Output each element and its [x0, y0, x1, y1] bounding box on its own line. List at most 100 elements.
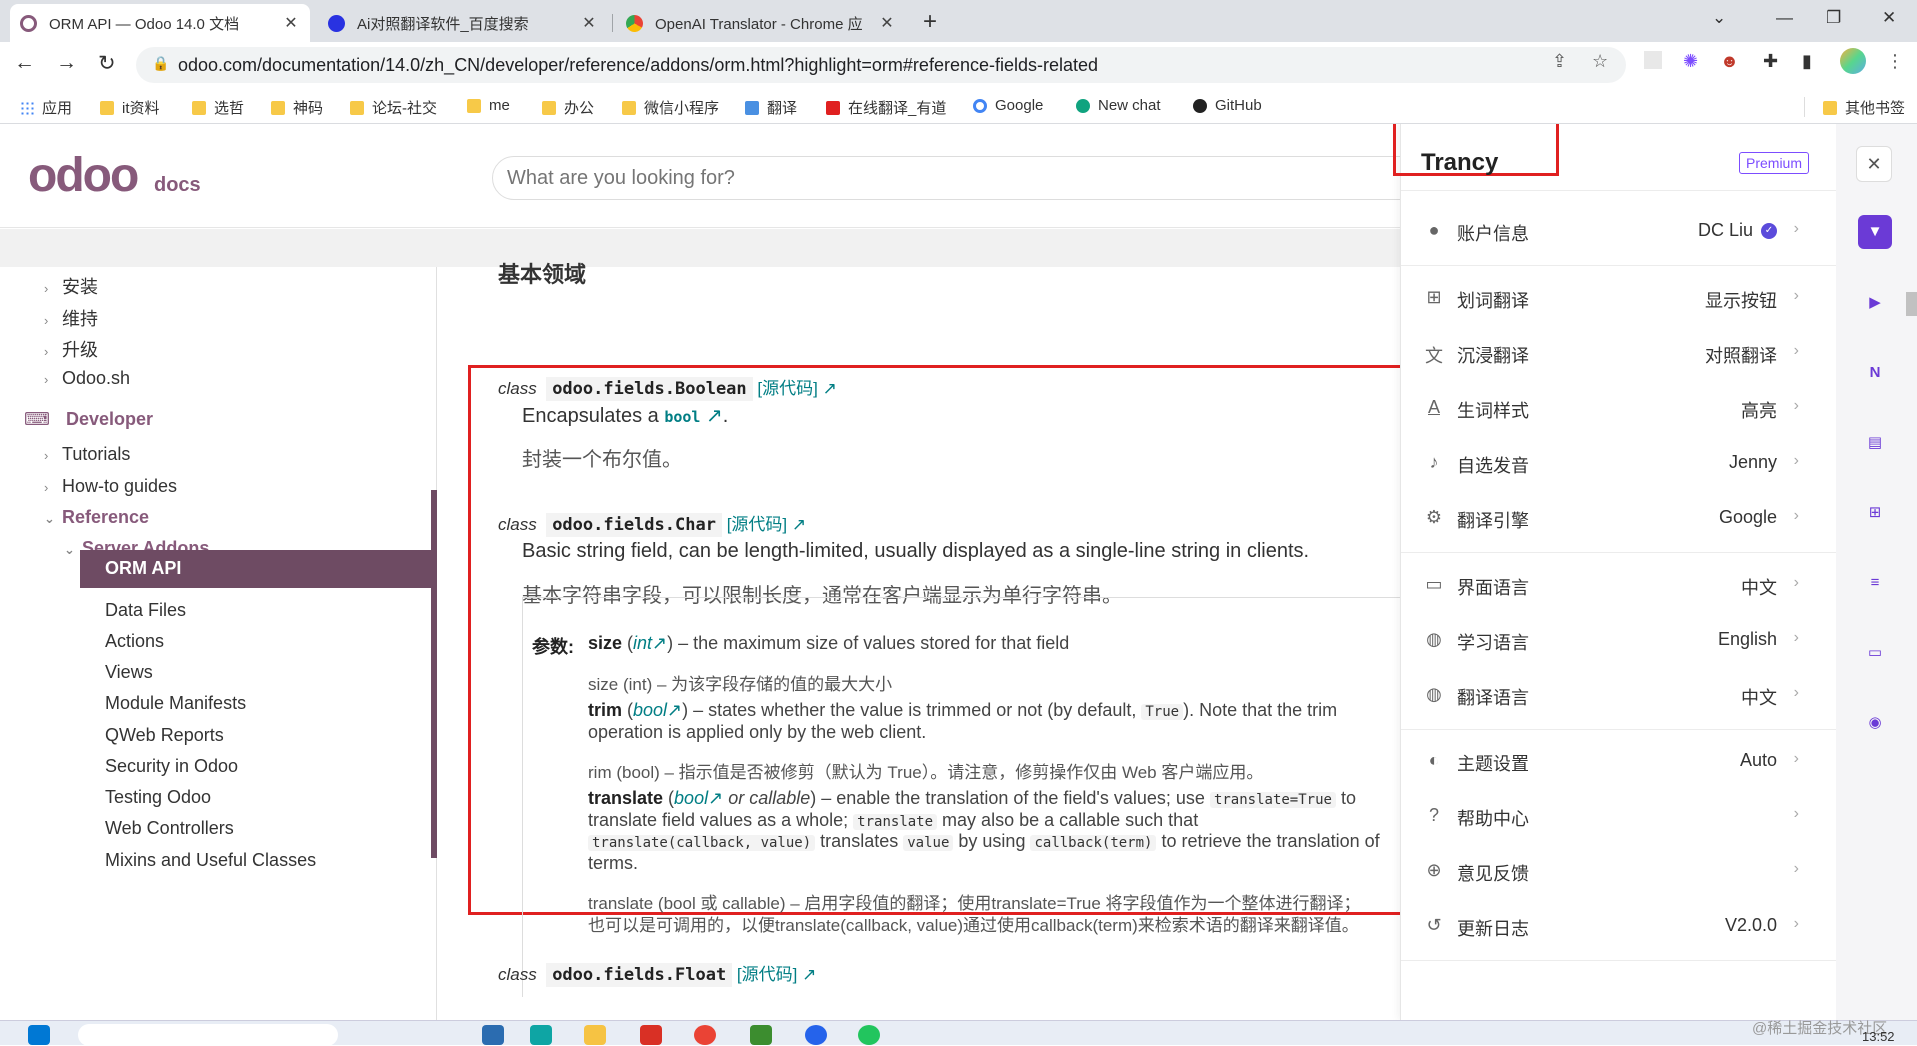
bookmark-other[interactable]: 其他书签	[1823, 97, 1905, 118]
extensions-puzzle-icon[interactable]: ✚	[1763, 51, 1778, 72]
tab-openai-translator[interactable]: OpenAI Translator - Chrome 应 ✕	[616, 4, 906, 42]
minimize-icon[interactable]: —	[1776, 8, 1793, 28]
sidebar-item-tutorials[interactable]: › Tutorials	[44, 444, 130, 465]
sidebar-item-testing[interactable]: Testing Odoo	[105, 787, 211, 808]
trancy-row-interface-language[interactable]: ▭ 界面语言 中文 ›	[1401, 558, 1837, 613]
bookmark-folder[interactable]: 论坛-社交	[350, 97, 437, 118]
play-circle-icon[interactable]: ◉	[1858, 706, 1892, 740]
avatar-extension-icon[interactable]: ☻	[1720, 51, 1739, 72]
bookmark-folder[interactable]: 微信小程序	[622, 97, 719, 118]
trancy-row-theme[interactable]: ◐ 主题设置 Auto ›	[1401, 734, 1837, 789]
trancy-row-voice[interactable]: ♪ 自选发音 Jenny ›	[1401, 436, 1837, 491]
openai-extension-icon[interactable]: ✺	[1683, 51, 1698, 72]
tab-orm-api[interactable]: ORM API — Odoo 14.0 文档 ✕	[10, 4, 310, 42]
sidebar-item-upgrade[interactable]: › 升级	[44, 336, 98, 362]
sidebar-item-how-to[interactable]: › How-to guides	[44, 476, 177, 497]
sidebar-item-data-files[interactable]: Data Files	[105, 600, 186, 621]
trancy-row-changelog[interactable]: ↺ 更新日志 V2.0.0 ›	[1401, 899, 1837, 954]
sidebar-item-web-controllers[interactable]: Web Controllers	[105, 818, 234, 839]
tab-baidu-search[interactable]: Ai对照翻译软件_百度搜索 ✕	[318, 4, 608, 42]
sidebar-item-odoo-sh[interactable]: › Odoo.sh	[44, 368, 130, 389]
taskbar-app-icon[interactable]	[805, 1025, 827, 1045]
trancy-row-selection-translate[interactable]: ⊞ 划词翻译 显示按钮 ›	[1401, 271, 1837, 326]
restore-icon[interactable]: ❐	[1826, 8, 1841, 28]
sidebar-item-orm-api[interactable]: ORM API	[80, 550, 434, 588]
extension-blank-icon[interactable]	[1644, 51, 1662, 69]
bookmark-google[interactable]: Google	[973, 97, 1043, 114]
taskbar-search[interactable]	[78, 1024, 338, 1046]
odoo-logo[interactable]: odoo	[28, 148, 139, 203]
docs-search-input[interactable]	[492, 156, 1492, 200]
taskbar-app-icon[interactable]	[482, 1025, 504, 1045]
bookmark-apps[interactable]: 应用	[20, 97, 72, 118]
list-icon[interactable]: ≡	[1858, 566, 1892, 600]
chat-icon[interactable]: ▤	[1858, 426, 1892, 460]
close-panel-icon[interactable]: ✕	[1856, 146, 1892, 182]
chrome-icon[interactable]	[694, 1025, 716, 1045]
char-source-link[interactable]: [源代码]	[727, 515, 787, 534]
sidebar-item-module-manifests[interactable]: Module Manifests	[105, 693, 246, 714]
taskbar-app-icon[interactable]	[530, 1025, 552, 1045]
bookmark-folder[interactable]: 神码	[271, 97, 323, 118]
sidebar-item-reference[interactable]: ⌄ Reference	[44, 507, 149, 528]
sidebar-item-qweb-reports[interactable]: QWeb Reports	[105, 725, 224, 746]
bookmark-new-chat[interactable]: New chat	[1076, 97, 1161, 114]
video-icon[interactable]: ▶	[1858, 286, 1892, 320]
subtitle-icon[interactable]: ▭	[1858, 636, 1892, 670]
back-icon[interactable]: ←	[14, 51, 35, 75]
sidebar-item-install[interactable]: › 安装	[44, 273, 98, 299]
bookmark-youdao[interactable]: 在线翻译_有道	[826, 97, 946, 118]
trancy-row-word-style[interactable]: A 生词样式 高亮 ›	[1401, 381, 1837, 436]
sidebar-section-developer[interactable]: ⌨ Developer	[24, 409, 153, 430]
share-icon[interactable]: ⇪	[1552, 51, 1567, 72]
side-panel-icon[interactable]: ▮	[1802, 51, 1812, 72]
bookmark-folder[interactable]: it资料	[100, 97, 160, 118]
premium-badge[interactable]: Premium	[1739, 152, 1810, 174]
add-note-icon[interactable]: ⊞	[1858, 496, 1892, 530]
sidebar-scroll-indicator[interactable]	[431, 490, 437, 858]
close-window-icon[interactable]: ✕	[1882, 8, 1896, 28]
sidebar-item-maintain[interactable]: › 维持	[44, 305, 98, 331]
menu-kebab-icon[interactable]: ⋮	[1886, 51, 1904, 72]
profile-avatar[interactable]	[1840, 48, 1866, 74]
close-tab-icon[interactable]: ✕	[580, 13, 598, 33]
notion-icon[interactable]: N	[1858, 356, 1892, 390]
close-tab-icon[interactable]: ✕	[282, 13, 300, 33]
forward-icon[interactable]: →	[56, 51, 77, 75]
trancy-row-learning-language[interactable]: ◍ 学习语言 English ›	[1401, 613, 1837, 668]
new-tab-icon[interactable]: +	[923, 8, 937, 36]
reload-icon[interactable]: ↻	[98, 51, 116, 76]
trancy-row-engine[interactable]: ⚙ 翻译引擎 Google ›	[1401, 491, 1837, 546]
trancy-logo-icon[interactable]: ▼	[1858, 215, 1892, 249]
type-link[interactable]: bool	[674, 788, 708, 808]
bookmark-star-icon[interactable]: ☆	[1592, 51, 1608, 72]
type-link[interactable]: int	[633, 633, 652, 653]
float-source-link[interactable]: [源代码]	[737, 965, 797, 984]
close-tab-icon[interactable]: ✕	[878, 13, 896, 33]
tab-search-chevron-icon[interactable]: ⌄	[1712, 8, 1726, 28]
page-scrollbar-thumb[interactable]	[1906, 292, 1917, 316]
bookmark-folder[interactable]: 选哲	[192, 97, 244, 118]
address-bar[interactable]: 🔒 odoo.com/documentation/14.0/zh_CN/deve…	[136, 47, 1626, 83]
bookmark-translate[interactable]: 翻译	[745, 97, 797, 118]
sidebar-item-security[interactable]: Security in Odoo	[105, 756, 238, 777]
trancy-row-help[interactable]: ? 帮助中心 ›	[1401, 789, 1837, 844]
type-link[interactable]: bool	[633, 700, 667, 720]
bookmark-github[interactable]: GitHub	[1193, 97, 1262, 114]
bookmark-folder[interactable]: me	[467, 97, 510, 114]
boolean-source-link[interactable]: [源代码]	[757, 379, 817, 398]
bool-link[interactable]: bool	[664, 408, 700, 426]
trancy-row-account[interactable]: ● 账户信息 DC Liu ✓ ›	[1401, 204, 1837, 259]
wechat-icon[interactable]	[858, 1025, 880, 1045]
trancy-row-feedback[interactable]: ⊕ 意见反馈 ›	[1401, 844, 1837, 899]
bookmark-folder[interactable]: 办公	[542, 97, 594, 118]
sidebar-item-mixins[interactable]: Mixins and Useful Classes	[105, 850, 316, 871]
taskbar-app-icon[interactable]	[640, 1025, 662, 1045]
windows-start-icon[interactable]	[28, 1025, 50, 1045]
trancy-row-translation-language[interactable]: ◍ 翻译语言 中文 ›	[1401, 668, 1837, 723]
file-explorer-icon[interactable]	[584, 1025, 606, 1045]
trancy-row-immersive-translate[interactable]: 文 沉浸翻译 对照翻译 ›	[1401, 326, 1837, 381]
sidebar-item-actions[interactable]: Actions	[105, 631, 164, 652]
sidebar-item-views[interactable]: Views	[105, 662, 153, 683]
taskbar-app-icon[interactable]	[750, 1025, 772, 1045]
